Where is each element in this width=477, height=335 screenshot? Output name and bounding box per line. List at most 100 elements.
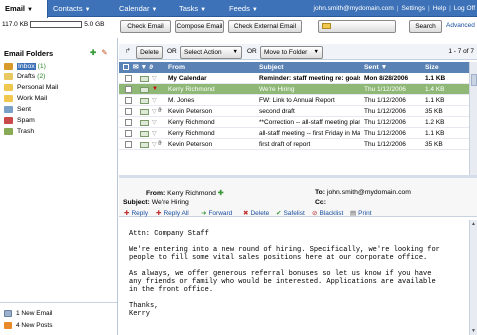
folder-spam[interactable]: Spam	[4, 116, 35, 126]
preview-subject: Subject: We're Hiring	[123, 199, 189, 206]
new-email-notice[interactable]: 1 New Email	[4, 310, 52, 317]
reply-all-button[interactable]: ✚ Reply All	[156, 208, 189, 219]
table-row[interactable]: ▽ My Calendar Reminder: staff meeting re…	[119, 73, 469, 84]
message-body-scrollbar[interactable]: ▲ ▼	[469, 220, 477, 335]
blacklist-button[interactable]: ⊘ Blacklist	[312, 208, 343, 219]
add-contact-icon[interactable]: ✚	[218, 190, 224, 197]
chevron-down-icon: ▼	[151, 7, 158, 13]
envelope-icon	[140, 131, 149, 137]
delete-message-button[interactable]: ✖ Delete	[243, 208, 269, 219]
safelist-button[interactable]: ✔ Safelist	[276, 208, 305, 219]
reply-button[interactable]: ✚ Reply	[124, 208, 148, 219]
print-button[interactable]: ▤ Print	[350, 208, 372, 219]
tab-calendar[interactable]: Calendar ▼	[114, 0, 174, 17]
tab-email[interactable]: Email ▼	[0, 0, 48, 18]
scroll-down-icon[interactable]: ▼	[471, 328, 476, 334]
flag-icon[interactable]: ▼	[152, 86, 158, 92]
column-icons-header[interactable]: ✉ ▼ ϑ	[119, 62, 164, 73]
row-checkbox[interactable]	[125, 108, 132, 115]
new-posts-notice[interactable]: 4 New Posts	[4, 322, 53, 329]
check-email-button[interactable]: Check Email	[120, 20, 171, 33]
search-button[interactable]: Search	[409, 20, 442, 33]
external-email-dropdown[interactable]	[318, 20, 396, 33]
reply-icon: ✚	[124, 210, 130, 217]
folder-icon	[4, 83, 13, 91]
check-external-email-button[interactable]: Check External Email	[228, 20, 302, 33]
reply-all-icon: ✚	[156, 210, 162, 217]
forward-button[interactable]: ➜ Forward	[201, 208, 232, 219]
flag-icon[interactable]: ▽	[152, 119, 157, 126]
row-checkbox[interactable]	[125, 75, 132, 82]
folder-drafts[interactable]: Drafts (2)	[4, 72, 45, 82]
user-email: john.smith@mydomain.com	[313, 5, 394, 12]
folder-personal-mail[interactable]: Personal Mail	[4, 83, 58, 93]
tab-tasks[interactable]: Tasks ▼	[174, 0, 224, 17]
add-folder-icon[interactable]: ✚	[90, 48, 96, 57]
folder-sent[interactable]: Sent	[4, 105, 31, 115]
envelope-icon	[4, 310, 12, 317]
row-checkbox[interactable]	[125, 97, 132, 104]
flag-icon[interactable]: ▽	[152, 108, 157, 115]
flag-icon[interactable]: ▽	[152, 97, 157, 104]
row-checkbox[interactable]	[125, 86, 132, 93]
column-sent-header[interactable]: Sent ▼	[360, 62, 421, 73]
inbox-icon	[4, 62, 13, 70]
envelope-icon	[140, 142, 149, 148]
folder-work-mail[interactable]: Work Mail	[4, 94, 47, 104]
flag-icon[interactable]: ▽	[152, 130, 157, 137]
flag-icon[interactable]: ▽	[152, 75, 157, 82]
row-checkbox[interactable]	[125, 130, 132, 137]
envelope-icon	[140, 109, 149, 115]
list-action-bar: ↱ Delete OR Select Action ▼ OR Move to Fo…	[119, 44, 477, 60]
select-all-checkbox[interactable]	[123, 64, 129, 71]
column-subject-header[interactable]: Subject	[255, 62, 360, 73]
delete-button[interactable]: Delete	[136, 46, 163, 59]
advanced-search-link[interactable]: Advanced	[446, 22, 475, 29]
table-row[interactable]: ▽ M. Jones FW: Link to Annual Report Thu…	[119, 95, 469, 106]
move-to-folder-dropdown[interactable]: Move to Folder ▼	[260, 46, 323, 59]
edit-folder-icon[interactable]: ✎	[101, 48, 107, 57]
folder-actions: ✚ ✎	[90, 48, 108, 57]
top-navigation: Email ▼ Contacts ▼ Calendar ▼ Tasks ▼ Feeds ▼…	[0, 0, 477, 18]
tab-feeds[interactable]: Feeds ▼	[224, 0, 274, 17]
folders-title: Email Folders	[4, 49, 54, 58]
chevron-down-icon: ▼	[313, 49, 319, 55]
envelope-icon	[140, 98, 149, 104]
email-folder-icon	[322, 23, 331, 30]
page-info: 1 - 7 of 7	[448, 48, 474, 55]
row-checkbox[interactable]	[125, 141, 132, 148]
table-row[interactable]: ▽ Kerry Richmond **Correction -- all-sta…	[119, 117, 469, 128]
rss-feed-icon	[4, 322, 12, 329]
sent-icon	[4, 105, 13, 113]
flag-icon[interactable]: ▽	[152, 141, 157, 148]
table-row[interactable]: ▽ ϑ Kevin Peterson second draft Thu 1/12/…	[119, 106, 469, 117]
scrollbar-thumb[interactable]	[471, 74, 477, 86]
envelope-icon	[140, 76, 149, 82]
message-list-scrollbar[interactable]	[469, 62, 477, 175]
compose-email-button[interactable]: Compose Email	[175, 20, 224, 33]
message-body: Attn: Company Staff We're entering into …	[129, 230, 440, 318]
chevron-down-icon: ▼	[200, 7, 207, 13]
quota-bar	[30, 21, 83, 28]
account-links: john.smith@mydomain.com | Settings | Help | Lo…	[313, 5, 475, 12]
chevron-down-icon: ▼	[251, 7, 258, 13]
drafts-icon	[4, 72, 13, 80]
table-row[interactable]: ▽ ϑ Kevin Peterson first draft of report …	[119, 139, 469, 150]
folder-inbox[interactable]: Inbox (1)	[4, 62, 46, 72]
printer-icon: ▤	[350, 210, 357, 217]
settings-link[interactable]: Settings	[402, 5, 426, 12]
column-size-header[interactable]: Size	[421, 62, 469, 73]
tab-contacts[interactable]: Contacts ▼	[48, 0, 114, 17]
folder-pane: Email Folders ✚ ✎ Inbox (1) Drafts (2) Per…	[0, 38, 118, 335]
preview-to: To: john.smith@mydomain.com	[315, 189, 411, 196]
row-checkbox[interactable]	[125, 119, 132, 126]
table-row[interactable]: ▽ Kerry Richmond all-staff meeting -- fi…	[119, 128, 469, 139]
column-from-header[interactable]: From	[164, 62, 255, 73]
folder-trash[interactable]: Trash	[4, 127, 34, 137]
table-row[interactable]: ▼ Kerry Richmond We're Hiring Thu 1/12/2…	[119, 84, 469, 95]
trash-icon	[4, 127, 13, 135]
logoff-link[interactable]: Log Off	[454, 5, 475, 12]
select-action-dropdown[interactable]: Select Action ▼	[180, 46, 242, 59]
help-link[interactable]: Help	[433, 5, 446, 12]
scroll-up-icon[interactable]: ▲	[471, 221, 476, 227]
